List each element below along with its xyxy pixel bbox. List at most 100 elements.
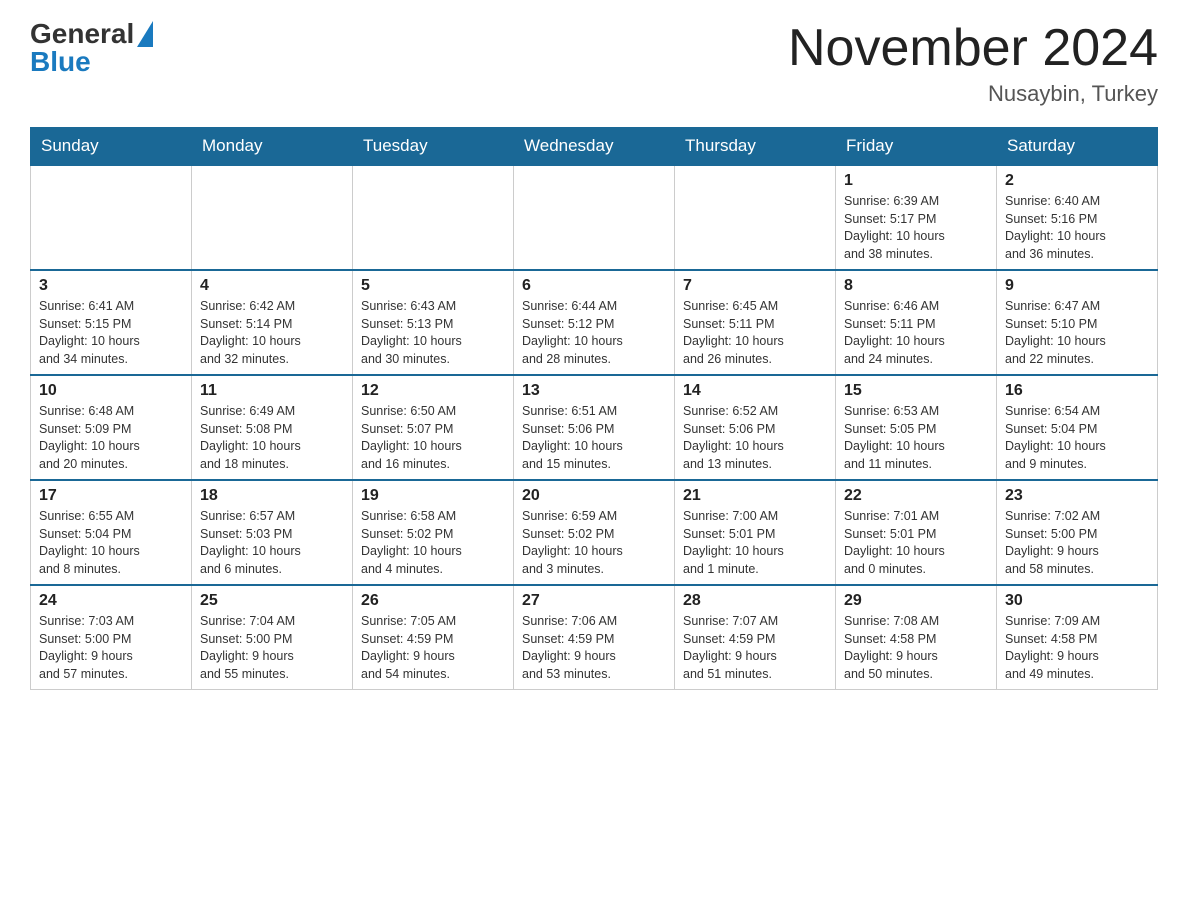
calendar-cell bbox=[192, 165, 353, 270]
calendar-cell: 8 Sunrise: 6:46 AMSunset: 5:11 PMDaylight… bbox=[836, 270, 997, 375]
calendar-cell: 29 Sunrise: 7:08 AMSunset: 4:58 PMDayligh… bbox=[836, 585, 997, 690]
day-number: 25 bbox=[200, 592, 344, 610]
calendar-cell: 23 Sunrise: 7:02 AMSunset: 5:00 PMDayligh… bbox=[997, 480, 1158, 585]
calendar-header-saturday: Saturday bbox=[997, 128, 1158, 166]
day-number: 9 bbox=[1005, 277, 1149, 295]
day-number: 19 bbox=[361, 487, 505, 505]
calendar-cell: 15 Sunrise: 6:53 AMSunset: 5:05 PMDayligh… bbox=[836, 375, 997, 480]
day-info: Sunrise: 6:39 AMSunset: 5:17 PMDaylight:… bbox=[844, 193, 988, 263]
calendar-cell: 22Sunrise: 7:01 AMSunset: 5:01 PMDayligh… bbox=[836, 480, 997, 585]
calendar-cell: 4 Sunrise: 6:42 AMSunset: 5:14 PMDaylight… bbox=[192, 270, 353, 375]
calendar-cell: 25 Sunrise: 7:04 AMSunset: 5:00 PMDayligh… bbox=[192, 585, 353, 690]
calendar-header-wednesday: Wednesday bbox=[514, 128, 675, 166]
calendar-header-row: SundayMondayTuesdayWednesdayThursdayFrid… bbox=[31, 128, 1158, 166]
calendar-cell: 17 Sunrise: 6:55 AMSunset: 5:04 PMDayligh… bbox=[31, 480, 192, 585]
day-number: 15 bbox=[844, 382, 988, 400]
calendar-cell: 27 Sunrise: 7:06 AMSunset: 4:59 PMDayligh… bbox=[514, 585, 675, 690]
calendar-week-5: 24Sunrise: 7:03 AMSunset: 5:00 PMDayligh… bbox=[31, 585, 1158, 690]
month-title: November 2024 bbox=[788, 20, 1158, 77]
calendar-cell: 24Sunrise: 7:03 AMSunset: 5:00 PMDayligh… bbox=[31, 585, 192, 690]
calendar-week-3: 10Sunrise: 6:48 AMSunset: 5:09 PMDayligh… bbox=[31, 375, 1158, 480]
day-info: Sunrise: 6:52 AMSunset: 5:06 PMDaylight:… bbox=[683, 403, 827, 473]
calendar-header-tuesday: Tuesday bbox=[353, 128, 514, 166]
day-info: Sunrise: 6:46 AMSunset: 5:11 PMDaylight:… bbox=[844, 298, 988, 368]
calendar-cell: 9 Sunrise: 6:47 AMSunset: 5:10 PMDaylight… bbox=[997, 270, 1158, 375]
location-text: Nusaybin, Turkey bbox=[788, 81, 1158, 107]
day-number: 14 bbox=[683, 382, 827, 400]
calendar-cell: 7 Sunrise: 6:45 AMSunset: 5:11 PMDaylight… bbox=[675, 270, 836, 375]
day-info: Sunrise: 6:50 AMSunset: 5:07 PMDaylight:… bbox=[361, 403, 505, 473]
calendar-cell bbox=[353, 165, 514, 270]
calendar-cell: 21 Sunrise: 7:00 AMSunset: 5:01 PMDayligh… bbox=[675, 480, 836, 585]
day-number: 8 bbox=[844, 277, 988, 295]
day-number: 11 bbox=[200, 382, 344, 400]
calendar-cell: 30 Sunrise: 7:09 AMSunset: 4:58 PMDayligh… bbox=[997, 585, 1158, 690]
day-info: Sunrise: 6:41 AMSunset: 5:15 PMDaylight:… bbox=[39, 298, 183, 368]
day-number: 30 bbox=[1005, 592, 1149, 610]
day-number: 4 bbox=[200, 277, 344, 295]
day-info: Sunrise: 6:55 AMSunset: 5:04 PMDaylight:… bbox=[39, 508, 183, 578]
day-info: Sunrise: 7:02 AMSunset: 5:00 PMDaylight:… bbox=[1005, 508, 1149, 578]
day-number: 27 bbox=[522, 592, 666, 610]
day-info: Sunrise: 7:07 AMSunset: 4:59 PMDaylight:… bbox=[683, 613, 827, 683]
day-number: 26 bbox=[361, 592, 505, 610]
day-info: Sunrise: 7:03 AMSunset: 5:00 PMDaylight:… bbox=[39, 613, 183, 683]
calendar-cell: 13 Sunrise: 6:51 AMSunset: 5:06 PMDayligh… bbox=[514, 375, 675, 480]
day-info: Sunrise: 6:42 AMSunset: 5:14 PMDaylight:… bbox=[200, 298, 344, 368]
day-number: 18 bbox=[200, 487, 344, 505]
calendar-cell: 5 Sunrise: 6:43 AMSunset: 5:13 PMDaylight… bbox=[353, 270, 514, 375]
calendar-cell bbox=[31, 165, 192, 270]
day-number: 7 bbox=[683, 277, 827, 295]
day-info: Sunrise: 7:00 AMSunset: 5:01 PMDaylight:… bbox=[683, 508, 827, 578]
day-info: Sunrise: 6:51 AMSunset: 5:06 PMDaylight:… bbox=[522, 403, 666, 473]
day-number: 29 bbox=[844, 592, 988, 610]
day-info: Sunrise: 7:06 AMSunset: 4:59 PMDaylight:… bbox=[522, 613, 666, 683]
calendar-cell bbox=[675, 165, 836, 270]
day-info: Sunrise: 6:58 AMSunset: 5:02 PMDaylight:… bbox=[361, 508, 505, 578]
day-info: Sunrise: 6:54 AMSunset: 5:04 PMDaylight:… bbox=[1005, 403, 1149, 473]
calendar-header-friday: Friday bbox=[836, 128, 997, 166]
logo-blue-text: Blue bbox=[30, 48, 91, 76]
day-info: Sunrise: 6:57 AMSunset: 5:03 PMDaylight:… bbox=[200, 508, 344, 578]
calendar-cell: 14 Sunrise: 6:52 AMSunset: 5:06 PMDayligh… bbox=[675, 375, 836, 480]
calendar-cell: 20Sunrise: 6:59 AMSunset: 5:02 PMDayligh… bbox=[514, 480, 675, 585]
calendar-cell: 1 Sunrise: 6:39 AMSunset: 5:17 PMDaylight… bbox=[836, 165, 997, 270]
calendar-cell: 12Sunrise: 6:50 AMSunset: 5:07 PMDayligh… bbox=[353, 375, 514, 480]
calendar-header-thursday: Thursday bbox=[675, 128, 836, 166]
calendar-cell: 6Sunrise: 6:44 AMSunset: 5:12 PMDaylight… bbox=[514, 270, 675, 375]
day-info: Sunrise: 6:53 AMSunset: 5:05 PMDaylight:… bbox=[844, 403, 988, 473]
day-number: 17 bbox=[39, 487, 183, 505]
calendar-cell: 26Sunrise: 7:05 AMSunset: 4:59 PMDayligh… bbox=[353, 585, 514, 690]
day-number: 2 bbox=[1005, 172, 1149, 190]
calendar-cell: 2 Sunrise: 6:40 AMSunset: 5:16 PMDaylight… bbox=[997, 165, 1158, 270]
day-info: Sunrise: 6:44 AMSunset: 5:12 PMDaylight:… bbox=[522, 298, 666, 368]
calendar-cell bbox=[514, 165, 675, 270]
day-info: Sunrise: 7:09 AMSunset: 4:58 PMDaylight:… bbox=[1005, 613, 1149, 683]
day-info: Sunrise: 6:45 AMSunset: 5:11 PMDaylight:… bbox=[683, 298, 827, 368]
calendar-week-4: 17 Sunrise: 6:55 AMSunset: 5:04 PMDayligh… bbox=[31, 480, 1158, 585]
day-number: 1 bbox=[844, 172, 988, 190]
day-number: 23 bbox=[1005, 487, 1149, 505]
day-info: Sunrise: 6:47 AMSunset: 5:10 PMDaylight:… bbox=[1005, 298, 1149, 368]
day-number: 16 bbox=[1005, 382, 1149, 400]
day-number: 5 bbox=[361, 277, 505, 295]
day-info: Sunrise: 7:08 AMSunset: 4:58 PMDaylight:… bbox=[844, 613, 988, 683]
page-header: General Blue November 2024 Nusaybin, Tur… bbox=[30, 20, 1158, 107]
calendar-cell: 10Sunrise: 6:48 AMSunset: 5:09 PMDayligh… bbox=[31, 375, 192, 480]
day-number: 22 bbox=[844, 487, 988, 505]
day-info: Sunrise: 7:04 AMSunset: 5:00 PMDaylight:… bbox=[200, 613, 344, 683]
calendar-cell: 3 Sunrise: 6:41 AMSunset: 5:15 PMDaylight… bbox=[31, 270, 192, 375]
day-number: 3 bbox=[39, 277, 183, 295]
day-number: 28 bbox=[683, 592, 827, 610]
day-info: Sunrise: 6:43 AMSunset: 5:13 PMDaylight:… bbox=[361, 298, 505, 368]
calendar-cell: 19 Sunrise: 6:58 AMSunset: 5:02 PMDayligh… bbox=[353, 480, 514, 585]
day-number: 20 bbox=[522, 487, 666, 505]
calendar-cell: 18 Sunrise: 6:57 AMSunset: 5:03 PMDayligh… bbox=[192, 480, 353, 585]
day-number: 21 bbox=[683, 487, 827, 505]
day-number: 10 bbox=[39, 382, 183, 400]
day-number: 13 bbox=[522, 382, 666, 400]
day-info: Sunrise: 6:40 AMSunset: 5:16 PMDaylight:… bbox=[1005, 193, 1149, 263]
calendar-table: SundayMondayTuesdayWednesdayThursdayFrid… bbox=[30, 127, 1158, 690]
calendar-cell: 16 Sunrise: 6:54 AMSunset: 5:04 PMDayligh… bbox=[997, 375, 1158, 480]
calendar-week-1: 1 Sunrise: 6:39 AMSunset: 5:17 PMDaylight… bbox=[31, 165, 1158, 270]
